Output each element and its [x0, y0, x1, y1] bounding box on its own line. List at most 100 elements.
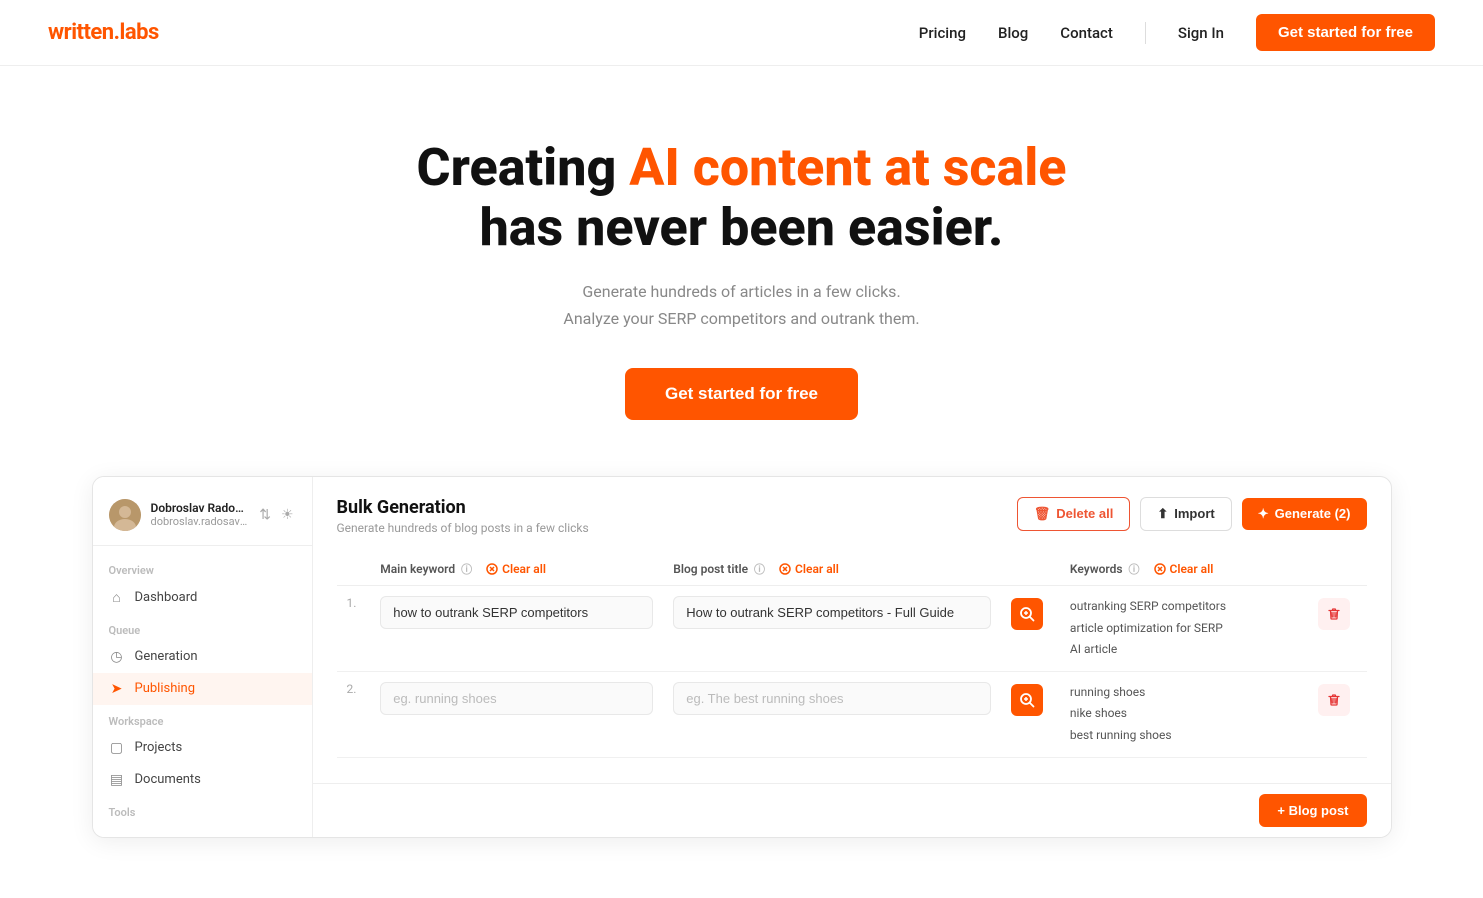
sidebar-item-documents[interactable]: ▤ Documents — [93, 764, 312, 796]
keyword-tag-2-3: best running shoes — [1070, 725, 1298, 747]
settings-button[interactable]: ☀ — [279, 504, 296, 525]
nav-pricing[interactable]: Pricing — [919, 24, 966, 42]
generate-button[interactable]: ✦ Generate (2) — [1242, 498, 1367, 530]
serp-button-2[interactable] — [1011, 684, 1043, 716]
clear-title-label: Clear all — [795, 562, 839, 576]
keyword-input-1[interactable] — [380, 596, 653, 629]
user-email: dobroslav.radosavi... — [151, 515, 248, 528]
logo-text: written — [48, 20, 114, 45]
avatar — [109, 499, 141, 531]
generate-label: Generate (2) — [1275, 506, 1351, 521]
th-keywords: Keywords ⓘ Clear all — [1060, 553, 1308, 586]
clear-keyword-button[interactable]: Clear all — [486, 562, 546, 576]
sidebar-item-projects[interactable]: ▢ Projects — [93, 732, 312, 764]
add-post-button[interactable]: + Blog post — [1259, 794, 1366, 827]
row-number-1: 1. — [347, 596, 357, 610]
serp-cell-1 — [1001, 585, 1060, 671]
sidebar-workspace-label: Workspace — [93, 705, 312, 732]
delete-cell-1 — [1308, 585, 1367, 671]
sidebar-dashboard-label: Dashboard — [135, 590, 198, 605]
clear-keywords-icon — [1154, 563, 1166, 575]
user-name: Dobroslav Radosa... — [151, 501, 248, 515]
bulk-subtitle: Generate hundreds of blog posts in a few… — [337, 521, 589, 535]
sidebar-controls: ⇅ ☀ — [257, 504, 295, 525]
nav-contact[interactable]: Contact — [1060, 24, 1113, 42]
th-num — [337, 553, 371, 586]
keyword-input-2[interactable] — [380, 682, 653, 715]
table-body: 1. — [337, 585, 1367, 757]
bulk-actions: 🗑 Delete all ⬆ Import ✦ Generate (2) — [1017, 497, 1367, 531]
delete-row-2-button[interactable] — [1318, 684, 1350, 716]
folder-icon: ▢ — [109, 740, 125, 756]
info-icon-title: ⓘ — [754, 561, 765, 577]
sign-in-link[interactable]: Sign In — [1178, 24, 1224, 42]
bulk-title: Bulk Generation — [337, 497, 589, 518]
clear-keywords-label: Clear all — [1170, 562, 1214, 576]
info-icon-keyword: ⓘ — [461, 561, 472, 577]
info-icon-keywords: ⓘ — [1129, 561, 1140, 577]
sidebar-item-dashboard[interactable]: ⌂ Dashboard — [93, 581, 312, 614]
delete-row-1-button[interactable] — [1318, 598, 1350, 630]
hero-cta-button[interactable]: Get started for free — [625, 368, 858, 420]
import-button[interactable]: ⬆ Import — [1140, 497, 1231, 531]
hero-subtext-2: Analyze your SERP competitors and outran… — [563, 309, 919, 328]
send-icon: ➤ — [109, 681, 125, 697]
row-number-2: 2. — [347, 682, 357, 696]
sidebar-overview-label: Overview — [93, 554, 312, 581]
hero-section: Creating AI content at scale has never b… — [0, 66, 1483, 476]
logo[interactable]: written.labs — [48, 20, 159, 45]
hero-cta: Get started for free — [24, 368, 1459, 420]
th-title: Blog post title ⓘ Clear all — [663, 553, 1001, 586]
th-keyword: Main keyword ⓘ Clear all — [370, 553, 663, 586]
bulk-table: Main keyword ⓘ Clear all — [337, 553, 1367, 758]
sidebar-item-publishing[interactable]: ➤ Publishing — [93, 673, 312, 705]
nav-divider — [1145, 22, 1146, 44]
sidebar-documents-label: Documents — [135, 772, 201, 787]
nav-blog[interactable]: Blog — [998, 24, 1028, 42]
table-header: Main keyword ⓘ Clear all — [337, 553, 1367, 586]
serp-button-1[interactable] — [1011, 598, 1043, 630]
trash-icon: 🗑 — [1034, 506, 1051, 522]
logo-labs: labs — [120, 20, 159, 45]
bulk-header-info: Bulk Generation Generate hundreds of blo… — [337, 497, 589, 535]
title-input-2[interactable] — [673, 682, 991, 715]
demo-footer: + Blog post — [313, 783, 1391, 837]
th-delete — [1308, 553, 1367, 586]
avatar-image — [109, 499, 141, 531]
sidebar-user: Dobroslav Radosa... dobroslav.radosavi..… — [93, 491, 312, 546]
keyword-tag-2-2: nike shoes — [1070, 703, 1298, 725]
clear-keywords-button[interactable]: Clear all — [1154, 562, 1214, 576]
delete-all-label: Delete all — [1056, 506, 1113, 521]
delete-cell-2 — [1308, 671, 1367, 757]
sidebar-item-generation[interactable]: ◷ Generation — [93, 641, 312, 673]
import-icon: ⬆ — [1157, 506, 1168, 522]
keyword-tag-1-1: outranking SERP competitors — [1070, 596, 1298, 618]
user-info: Dobroslav Radosa... dobroslav.radosavi..… — [151, 501, 248, 528]
navbar-cta-button[interactable]: Get started for free — [1256, 14, 1435, 51]
clear-keyword-icon — [486, 563, 498, 575]
title-input-1[interactable] — [673, 596, 991, 629]
clock-icon: ◷ — [109, 649, 125, 665]
sidebar-queue-label: Queue — [93, 614, 312, 641]
keywords-cell-2: running shoes nike shoes best running sh… — [1060, 671, 1308, 757]
add-post-label: + Blog post — [1277, 803, 1348, 818]
sidebar-generation-label: Generation — [135, 649, 198, 664]
title-cell-1 — [663, 585, 1001, 671]
navbar: written.labs Pricing Blog Contact Sign I… — [0, 0, 1483, 66]
delete-row-2-icon — [1327, 693, 1341, 707]
keyword-tag-1-3: AI article — [1070, 639, 1298, 661]
clear-title-button[interactable]: Clear all — [779, 562, 839, 576]
serp-cell-2 — [1001, 671, 1060, 757]
import-label: Import — [1174, 506, 1214, 521]
delete-all-button[interactable]: 🗑 Delete all — [1017, 497, 1131, 531]
main-content: Bulk Generation Generate hundreds of blo… — [313, 477, 1391, 783]
document-icon: ▤ — [109, 772, 125, 788]
delete-row-1-icon — [1327, 607, 1341, 621]
keyword-cell-1 — [370, 585, 663, 671]
nav-links: Pricing Blog Contact Sign In Get started… — [919, 14, 1435, 51]
col-keyword-label: Main keyword — [380, 562, 455, 576]
user-switch-button[interactable]: ⇅ — [257, 504, 273, 525]
sidebar: Dobroslav Radosa... dobroslav.radosavi..… — [93, 477, 313, 837]
clear-keyword-label: Clear all — [502, 562, 546, 576]
sidebar-projects-label: Projects — [135, 740, 183, 755]
